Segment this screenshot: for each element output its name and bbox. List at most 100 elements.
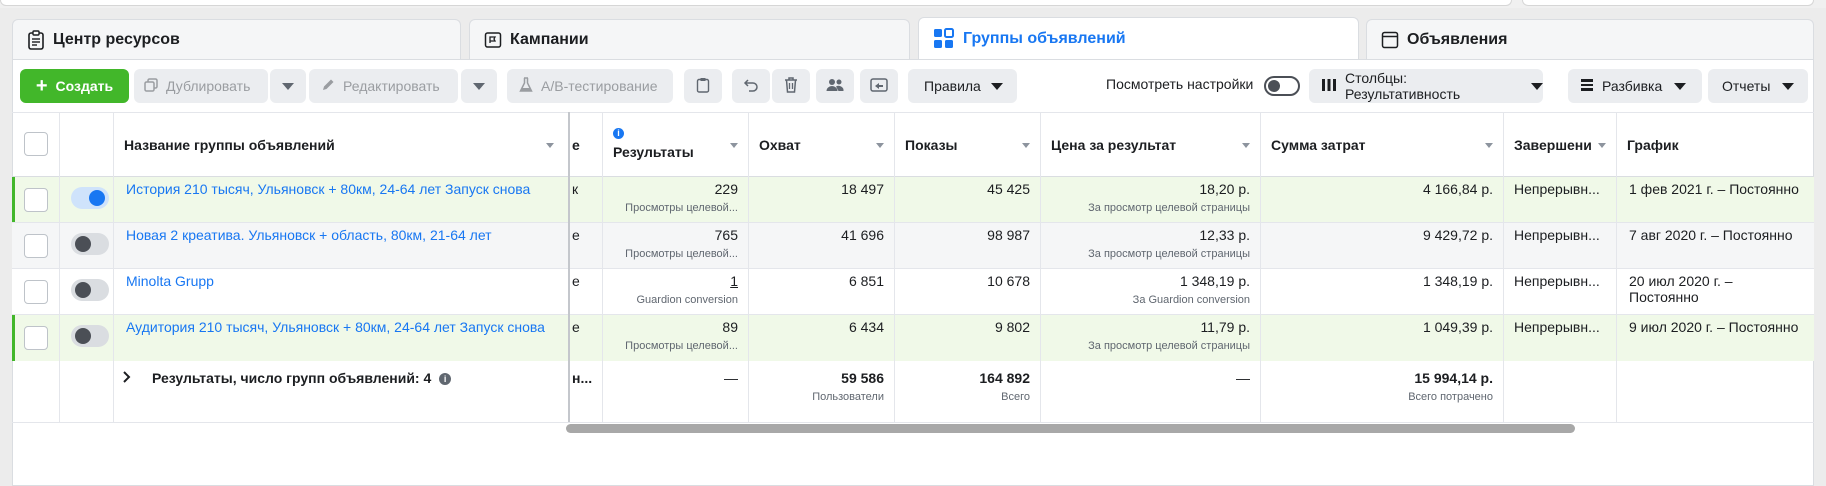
impressions-cell: 98 987	[987, 227, 1030, 243]
ad-set-name-link[interactable]: Новая 2 креатива. Ульяновск + область, 8…	[126, 227, 492, 243]
schedule-cell: 20 июл 2020 г. – Постоянно	[1629, 273, 1733, 305]
top-bar-left	[0, 0, 1512, 6]
tab-ads[interactable]: Объявления	[1366, 19, 1814, 59]
row-name-cell: История 210 тысяч, Ульяновск + 80км, 24-…	[116, 181, 566, 197]
totals-impressions: 164 892	[979, 370, 1030, 386]
cost-subtitle: За Guardion conversion	[1132, 294, 1250, 306]
clipboard-button[interactable]	[684, 69, 722, 103]
row-toggle-off[interactable]	[71, 325, 109, 347]
reports-label: Отчеты	[1722, 78, 1771, 94]
row-checkbox[interactable]	[24, 188, 48, 212]
edit-label: Редактировать	[343, 78, 440, 94]
tab-label: Центр ресурсов	[53, 30, 180, 48]
expand-totals-icon[interactable]	[122, 370, 132, 389]
header-results[interactable]: i Результаты	[603, 113, 748, 177]
people-icon	[826, 78, 844, 95]
cost-value: 11,79 р.	[1200, 319, 1250, 335]
results-value[interactable]: 1	[613, 273, 738, 289]
audience-button[interactable]	[816, 69, 854, 103]
cost-cell: 1 348,19 р. За Guardion conversion	[1041, 273, 1260, 306]
header-name-label: Название группы объявлений	[124, 137, 335, 153]
header-cut-label: е	[572, 137, 580, 153]
ad-set-name-link[interactable]: Minolta Grupp	[126, 273, 214, 289]
results-subtitle: Guardion conversion	[636, 294, 738, 306]
sort-icon	[546, 143, 554, 148]
sort-icon	[1242, 143, 1250, 148]
top-strip	[0, 0, 1826, 8]
ends-cell: Непрерывн...	[1514, 227, 1600, 243]
row-toggle-off[interactable]	[71, 279, 109, 301]
reports-button[interactable]: Отчеты	[1708, 69, 1808, 103]
header-results-label: Результаты	[613, 144, 694, 160]
row-checkbox[interactable]	[24, 234, 48, 258]
row-name-cell: Аудитория 210 тысяч, Ульяновск + 80км, 2…	[116, 319, 566, 335]
window-icon	[1381, 31, 1399, 49]
header-reach[interactable]: Охват	[749, 113, 894, 177]
ab-test-button[interactable]: A/B-тестирование	[507, 69, 673, 103]
ad-set-name-link[interactable]: Аудитория 210 тысяч, Ульяновск + 80км, 2…	[126, 319, 545, 335]
results-value: 89	[722, 319, 738, 335]
select-all-checkbox[interactable]	[24, 132, 48, 156]
breakdown-label: Разбивка	[1602, 78, 1663, 94]
tab-resource-center[interactable]: Центр ресурсов	[12, 19, 461, 59]
ends-cell: Непрерывн...	[1514, 273, 1600, 289]
columns-button[interactable]: Столбцы: Результативность	[1309, 69, 1543, 103]
cost-cell: 11,79 р. За просмотр целевой страницы	[1041, 319, 1260, 352]
totals-impressions-cell: 164 892 Всего	[895, 370, 1040, 403]
header-impressions[interactable]: Показы	[895, 113, 1040, 177]
totals-spend: 15 994,14 р.	[1414, 370, 1493, 386]
duplicate-dropdown[interactable]	[270, 69, 306, 103]
results-subtitle: Просмотры целевой...	[625, 340, 738, 352]
results-cell: 1 Guardion conversion	[603, 273, 748, 306]
ad-set-name-link[interactable]: История 210 тысяч, Ульяновск + 80км, 24-…	[126, 181, 530, 197]
reach-cell: 41 696	[841, 227, 884, 243]
view-settings-label: Посмотреть настройки	[1106, 76, 1254, 92]
view-settings-toggle[interactable]	[1264, 76, 1300, 96]
edit-dropdown[interactable]	[461, 69, 497, 103]
create-button[interactable]: + Создать	[20, 69, 129, 103]
rules-button[interactable]: Правила	[908, 69, 1017, 103]
horizontal-scrollbar[interactable]	[566, 424, 1575, 433]
row-cut-cell: е	[572, 319, 580, 335]
totals-impressions-subtitle: Всего	[1001, 391, 1030, 403]
totals-spend-subtitle: Всего потрачено	[1408, 391, 1493, 403]
header-name[interactable]: Название группы объявлений	[114, 113, 568, 177]
header-impressions-label: Показы	[905, 137, 958, 153]
row-divider	[12, 222, 1814, 223]
tab-label: Группы объявлений	[963, 29, 1126, 47]
undo-button[interactable]	[732, 69, 770, 103]
totals-reach: 59 586	[841, 370, 884, 386]
header-cost[interactable]: Цена за результат	[1041, 113, 1260, 177]
tab-campaigns[interactable]: Кампании	[469, 19, 910, 59]
delete-button[interactable]	[772, 69, 810, 103]
edit-button[interactable]: Редактировать	[309, 69, 458, 103]
export-icon	[870, 77, 888, 96]
flask-icon	[519, 76, 533, 96]
row-toggle-on[interactable]	[71, 187, 109, 209]
info-icon: i	[613, 128, 624, 139]
row-divider	[12, 314, 1814, 315]
impressions-cell: 45 425	[987, 181, 1030, 197]
cost-value: 12,33 р.	[1199, 227, 1250, 243]
chevron-down-icon	[1674, 82, 1687, 90]
totals-spend-cell: 15 994,14 р. Всего потрачено	[1261, 370, 1503, 403]
results-subtitle: Просмотры целевой...	[625, 202, 738, 214]
tab-ad-sets[interactable]: Группы объявлений	[918, 17, 1359, 59]
totals-cost: —	[1236, 370, 1250, 386]
header-schedule-label: График	[1627, 137, 1679, 153]
header-ends[interactable]: Завершени	[1504, 113, 1616, 177]
export-button[interactable]	[860, 69, 898, 103]
cost-value: 18,20 р.	[1199, 181, 1250, 197]
header-schedule[interactable]: График	[1617, 113, 1814, 177]
row-divider	[12, 268, 1814, 269]
trash-icon	[784, 76, 798, 96]
duplicate-button[interactable]: Дублировать	[134, 69, 268, 103]
header-spend[interactable]: Сумма затрат	[1261, 113, 1503, 177]
breakdown-button[interactable]: Разбивка	[1568, 69, 1702, 103]
row-checkbox[interactable]	[24, 326, 48, 350]
row-name-cell: Новая 2 креатива. Ульяновск + область, 8…	[116, 227, 566, 243]
row-checkbox[interactable]	[24, 280, 48, 304]
results-cell: 229 Просмотры целевой...	[603, 181, 748, 214]
row-toggle-off[interactable]	[71, 233, 109, 255]
tab-label: Объявления	[1407, 30, 1508, 48]
